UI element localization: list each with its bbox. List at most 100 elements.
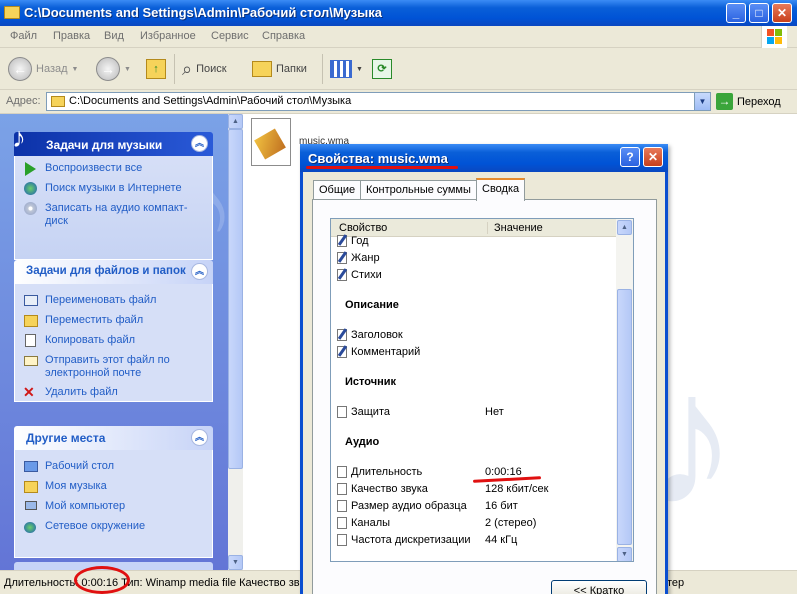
network-icon: [23, 520, 39, 534]
folder-icon: [4, 6, 20, 19]
scroll-up-icon[interactable]: ▲: [228, 114, 243, 129]
wma-file-icon[interactable]: [251, 118, 291, 166]
copy-file-link[interactable]: Копировать файл: [23, 334, 204, 348]
chevron-down-icon[interactable]: ▼: [694, 93, 710, 110]
desktop-link[interactable]: Рабочий стол: [23, 460, 204, 474]
tab-summary[interactable]: Сводка: [476, 178, 526, 201]
doc-icon: [337, 466, 347, 478]
help-button[interactable]: ?: [620, 147, 640, 167]
delete-file-link[interactable]: ✕ Удалить файл: [23, 384, 204, 400]
move-icon: [23, 314, 39, 328]
maximize-button[interactable]: □: [749, 3, 769, 23]
close-button[interactable]: ✕: [772, 3, 792, 23]
other-places-header[interactable]: Другие места ︽: [14, 426, 213, 450]
window-titlebar: C:\Documents and Settings\Admin\Рабочий …: [0, 0, 797, 26]
file-tasks-panel: Задачи для файлов и папок ︽ Переименоват…: [14, 260, 213, 402]
dialog-close-button[interactable]: ✕: [643, 147, 663, 167]
go-button[interactable]: → Переход: [716, 93, 781, 110]
list-item[interactable]: Заголовок: [337, 327, 403, 343]
views-icon: [330, 60, 352, 78]
menu-edit[interactable]: Правка: [53, 30, 90, 42]
collapse-chevron-icon[interactable]: ︽: [191, 263, 208, 280]
list-item[interactable]: Год: [337, 233, 369, 249]
desktop-icon: [23, 460, 39, 474]
list-item[interactable]: Защита Нет: [337, 404, 627, 420]
sync-button[interactable]: ⟳: [372, 56, 392, 82]
task-pane-scrollbar[interactable]: ▲ ▼: [228, 114, 243, 570]
toolbar-separator: [322, 54, 323, 84]
rename-file-link[interactable]: Переименовать файл: [23, 294, 204, 308]
views-button[interactable]: ▼: [330, 56, 363, 82]
status-text: Длительность: 0:00:16 Тип: Winamp media …: [4, 577, 300, 589]
cd-icon: [23, 202, 39, 216]
menu-tools[interactable]: Сервис: [211, 30, 249, 42]
window-title: C:\Documents and Settings\Admin\Рабочий …: [24, 5, 383, 20]
search-button[interactable]: ⌕ Поиск: [182, 56, 227, 82]
editable-doc-icon: [337, 235, 347, 247]
address-label: Адрес:: [6, 95, 41, 107]
scroll-thumb[interactable]: [228, 129, 243, 469]
forward-arrow-icon: →: [96, 57, 120, 81]
properties-list: Свойство Значение Год Жанр Стихи Описани…: [330, 218, 634, 562]
network-places-link[interactable]: Сетевое окружение: [23, 520, 204, 534]
list-item[interactable]: Комментарий: [337, 344, 420, 360]
menu-view[interactable]: Вид: [104, 30, 124, 42]
other-places-body: Рабочий стол Моя музыка Мой компьютер Се…: [14, 450, 213, 558]
editable-doc-icon: [337, 269, 347, 281]
address-input[interactable]: C:\Documents and Settings\Admin\Рабочий …: [46, 92, 711, 111]
search-icon: ⌕: [182, 58, 193, 79]
list-item[interactable]: Стихи: [337, 267, 382, 283]
scroll-thumb[interactable]: [617, 289, 632, 545]
my-music-link[interactable]: Моя музыка: [23, 480, 204, 494]
folder-icon: [51, 96, 65, 107]
delete-x-icon: ✕: [23, 384, 35, 400]
burn-to-cd-link[interactable]: Записать на аудио компакт-диск: [23, 202, 204, 228]
email-icon: [23, 354, 39, 368]
music-tasks-header[interactable]: ♪ Задачи для музыки ︽: [12, 124, 213, 156]
list-item[interactable]: Жанр: [337, 250, 380, 266]
minimize-button[interactable]: _: [726, 3, 746, 23]
music-note-icon: ♪: [12, 122, 26, 153]
my-computer-link[interactable]: Мой компьютер: [23, 500, 204, 514]
scroll-up-icon[interactable]: ▲: [617, 220, 632, 235]
forward-button[interactable]: → ▼: [96, 56, 131, 82]
brief-button[interactable]: << Кратко: [551, 580, 647, 594]
menu-bar: Файл Правка Вид Избранное Сервис Справка: [0, 26, 797, 48]
globe-icon: [23, 182, 39, 196]
chevron-down-icon: ▼: [124, 65, 131, 73]
list-scrollbar[interactable]: ▲ ▼: [616, 219, 633, 561]
menu-favorites[interactable]: Избранное: [140, 30, 196, 42]
section-source: Источник: [345, 376, 397, 388]
search-music-online-link[interactable]: Поиск музыки в Интернете: [23, 182, 204, 196]
file-tasks-body: Переименовать файл Переместить файл Копи…: [14, 284, 213, 402]
back-button[interactable]: ← Назад ▼: [8, 56, 78, 82]
properties-dialog: Свойства: music.wma ? ✕ Общие Контрольны…: [300, 144, 668, 594]
file-tasks-header[interactable]: Задачи для файлов и папок ︽: [14, 260, 213, 284]
menu-file[interactable]: Файл: [10, 30, 37, 42]
play-all-link[interactable]: Воспроизвести все: [23, 162, 204, 176]
menu-help[interactable]: Справка: [262, 30, 305, 42]
move-file-link[interactable]: Переместить файл: [23, 314, 204, 328]
list-item[interactable]: Частота дискретизации 44 кГц: [337, 532, 627, 548]
list-item[interactable]: Качество звука 128 кбит/сек: [337, 481, 627, 497]
folders-icon: [252, 61, 272, 77]
list-item[interactable]: Размер аудио образца 16 бит: [337, 498, 627, 514]
email-file-link[interactable]: Отправить этот файл по электронной почте: [23, 354, 204, 380]
list-item[interactable]: Каналы 2 (стерео): [337, 515, 627, 531]
music-folder-icon: [23, 480, 39, 494]
status-text-right: тер: [667, 577, 685, 589]
tab-general[interactable]: Общие: [313, 180, 362, 200]
go-arrow-icon: →: [716, 93, 733, 110]
tab-checksums[interactable]: Контрольные суммы: [360, 180, 477, 200]
up-button[interactable]: ↑: [146, 56, 166, 82]
column-value[interactable]: Значение: [487, 222, 543, 234]
scroll-down-icon[interactable]: ▼: [228, 555, 243, 570]
music-tasks-title: Задачи для музыки: [46, 138, 163, 152]
toolbar-separator: [174, 54, 175, 84]
folders-button[interactable]: Папки: [252, 56, 307, 82]
doc-icon: [337, 500, 347, 512]
collapse-chevron-icon[interactable]: ︽: [191, 135, 208, 152]
list-item[interactable]: Длительность 0:00:16: [337, 464, 627, 480]
collapse-chevron-icon[interactable]: ︽: [191, 429, 208, 446]
scroll-down-icon[interactable]: ▼: [617, 547, 632, 561]
